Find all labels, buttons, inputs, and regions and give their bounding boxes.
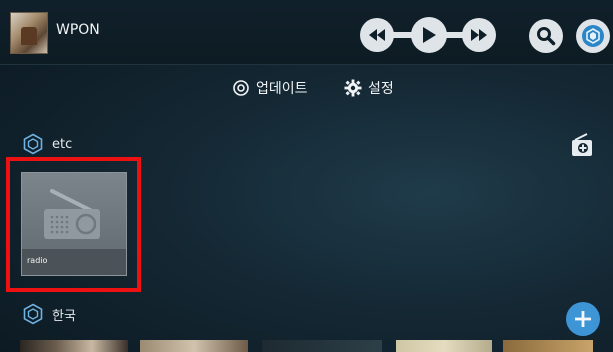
settings-label: 설정 xyxy=(368,81,394,97)
settings-menu-item[interactable]: 설정 xyxy=(344,78,394,98)
section-header-etc: etc xyxy=(22,133,72,155)
category-icon xyxy=(23,303,43,325)
station-thumbnail[interactable] xyxy=(262,340,382,352)
rewind-button[interactable] xyxy=(360,18,394,52)
transport-controls xyxy=(360,17,496,53)
app-title: WPON xyxy=(56,22,100,38)
section-header-korea: 한국 xyxy=(22,303,76,325)
update-icon xyxy=(233,80,249,96)
plus-icon xyxy=(575,311,591,327)
top-bar: WPON xyxy=(0,0,613,65)
search-button[interactable] xyxy=(529,19,563,53)
update-menu-item[interactable]: 업데이트 xyxy=(232,78,308,98)
station-thumbnail[interactable] xyxy=(396,340,492,352)
now-playing-thumbnail[interactable] xyxy=(10,12,48,54)
play-button[interactable] xyxy=(411,17,447,53)
station-thumbnail[interactable] xyxy=(140,340,248,352)
section-label: 한국 xyxy=(52,308,76,324)
hub-button[interactable] xyxy=(576,19,610,53)
add-station-button[interactable] xyxy=(569,132,597,160)
station-thumbnail[interactable] xyxy=(503,340,593,352)
submenu-bar: 업데이트 설정 xyxy=(0,78,613,102)
station-thumbnail-strip xyxy=(0,340,613,352)
selection-highlight xyxy=(6,157,141,292)
search-icon xyxy=(537,27,556,46)
add-station-icon xyxy=(572,133,592,156)
rewind-icon xyxy=(369,29,385,41)
fast-forward-icon xyxy=(471,29,487,41)
play-icon xyxy=(423,27,436,43)
gear-icon xyxy=(344,79,362,97)
fast-forward-button[interactable] xyxy=(462,18,496,52)
hub-icon xyxy=(582,25,604,47)
update-label: 업데이트 xyxy=(256,81,308,97)
section-label: etc xyxy=(52,136,73,152)
category-icon xyxy=(23,133,43,155)
add-button[interactable] xyxy=(566,302,600,336)
station-thumbnail[interactable] xyxy=(20,340,128,352)
